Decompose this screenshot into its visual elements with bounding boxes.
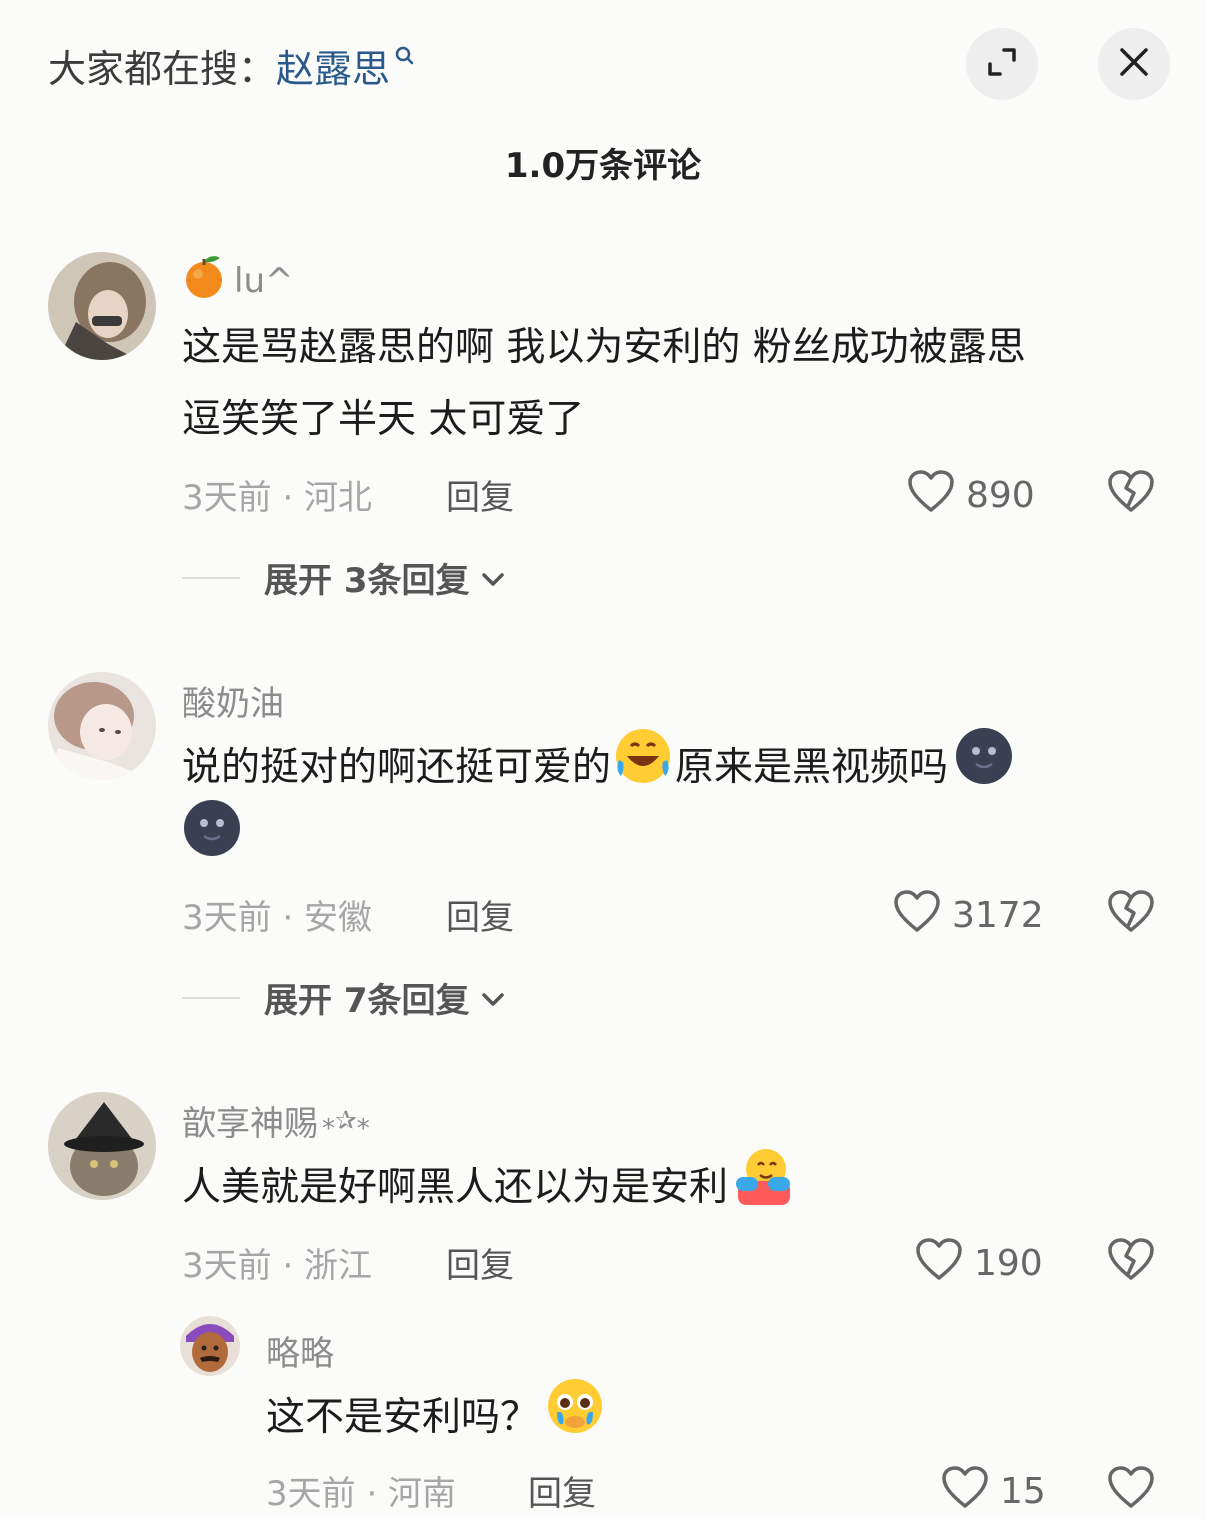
new-moon-face-emoji bbox=[954, 726, 1014, 810]
comment-text-segment: 人美就是好啊黑人还以为是安利 bbox=[182, 1165, 729, 1210]
chevron-down-icon bbox=[480, 978, 506, 1018]
close-icon bbox=[1117, 45, 1151, 83]
comment-text: 这是骂赵露思的啊 我以为安利的 粉丝成功被露思 逗笑笑了半天 太可爱了 bbox=[182, 312, 1162, 456]
username-text: lu^ bbox=[234, 260, 294, 301]
dislike-button[interactable] bbox=[1106, 1464, 1156, 1514]
like-count: 190 bbox=[974, 1243, 1043, 1284]
comment-text-segment: 说的挺对的啊还挺可爱的 bbox=[182, 745, 612, 790]
like-count: 890 bbox=[966, 475, 1035, 516]
username-text: 歆享神赐 bbox=[182, 1104, 318, 1144]
heart-icon bbox=[906, 468, 966, 523]
expand-replies-label: 展开 3条回复 bbox=[264, 561, 470, 601]
heart-icon bbox=[892, 888, 952, 943]
reply-meta: 3天前 · 河南 bbox=[266, 1474, 457, 1514]
reply-text: 这不是安利吗？ bbox=[266, 1379, 1166, 1454]
search-prefix-label: 大家都在搜： bbox=[48, 47, 277, 91]
comment-username[interactable]: lu^ bbox=[182, 252, 293, 309]
reply-text-segment: 这不是安利吗？ bbox=[266, 1395, 540, 1440]
like-button[interactable]: 15 bbox=[940, 1464, 1046, 1519]
search-suggestion[interactable]: 大家都在搜：赵露思 bbox=[48, 38, 416, 93]
comment-text-segment: 原来是黑视频吗 bbox=[675, 745, 949, 790]
search-term-link[interactable]: 赵露思 bbox=[276, 47, 390, 91]
orange-emoji bbox=[182, 252, 226, 309]
hugging-face-emoji bbox=[732, 1145, 794, 1231]
comment-meta: 3天前 · 安徽 bbox=[182, 898, 373, 938]
username-decoration: ⁎✰⁎ bbox=[322, 1105, 370, 1136]
search-icon bbox=[394, 34, 416, 78]
reply-button[interactable]: 回复 bbox=[446, 1238, 514, 1287]
comment-meta: 3天前 · 河北 bbox=[182, 478, 373, 518]
expand-replies-button[interactable]: 展开 7条回复 bbox=[182, 973, 506, 1022]
comment-username[interactable]: 歆享神赐 ⁎✰⁎ bbox=[182, 1096, 370, 1145]
heart-icon bbox=[940, 1464, 1000, 1519]
avatar[interactable] bbox=[48, 252, 156, 360]
comment-count-title: 1.0万条评论 bbox=[504, 146, 702, 186]
heart-icon bbox=[914, 1236, 974, 1291]
expand-button[interactable] bbox=[966, 28, 1038, 100]
expand-icon bbox=[984, 44, 1020, 84]
dislike-button[interactable] bbox=[1106, 1236, 1156, 1286]
reply-button[interactable]: 回复 bbox=[446, 890, 514, 939]
like-count: 3172 bbox=[952, 895, 1044, 936]
comment-meta: 3天前 · 浙江 bbox=[182, 1246, 373, 1286]
reply-button[interactable]: 回复 bbox=[446, 470, 514, 519]
dislike-button[interactable] bbox=[1106, 888, 1156, 938]
chevron-down-icon bbox=[480, 558, 506, 598]
broken-heart-icon bbox=[1106, 1238, 1156, 1286]
avatar[interactable] bbox=[180, 1316, 240, 1376]
expand-replies-label: 展开 7条回复 bbox=[264, 981, 470, 1021]
expand-replies-button[interactable]: 展开 3条回复 bbox=[182, 553, 506, 602]
comment-text: 人美就是好啊黑人还以为是安利 bbox=[182, 1149, 1162, 1224]
comment-text-line: 逗笑笑了半天 太可爱了 bbox=[182, 397, 585, 442]
comment-text-line: 这是骂赵露思的啊 我以为安利的 粉丝成功被露思 bbox=[182, 325, 1026, 370]
dislike-button[interactable] bbox=[1106, 468, 1156, 518]
avatar[interactable] bbox=[48, 1092, 156, 1200]
pleading-face-emoji bbox=[545, 1376, 605, 1460]
like-button[interactable]: 890 bbox=[906, 468, 1035, 523]
divider-dash bbox=[182, 576, 240, 579]
like-button[interactable]: 190 bbox=[914, 1236, 1043, 1291]
close-button[interactable] bbox=[1098, 28, 1170, 100]
comment-text: 说的挺对的啊还挺可爱的 原来是黑视频吗 bbox=[182, 728, 1162, 876]
broken-heart-icon bbox=[1106, 890, 1156, 938]
comment-username[interactable]: 酸奶油 bbox=[182, 676, 284, 725]
broken-heart-icon bbox=[1106, 470, 1156, 518]
divider-dash bbox=[182, 996, 240, 999]
like-count: 15 bbox=[1000, 1471, 1046, 1512]
rofl-emoji bbox=[613, 726, 673, 810]
new-moon-face-emoji bbox=[182, 798, 242, 882]
reply-button[interactable]: 回复 bbox=[528, 1466, 596, 1515]
like-button[interactable]: 3172 bbox=[892, 888, 1044, 943]
avatar[interactable] bbox=[48, 672, 156, 780]
broken-heart-icon bbox=[1106, 1466, 1156, 1514]
reply-username[interactable]: 略略 bbox=[266, 1326, 334, 1375]
